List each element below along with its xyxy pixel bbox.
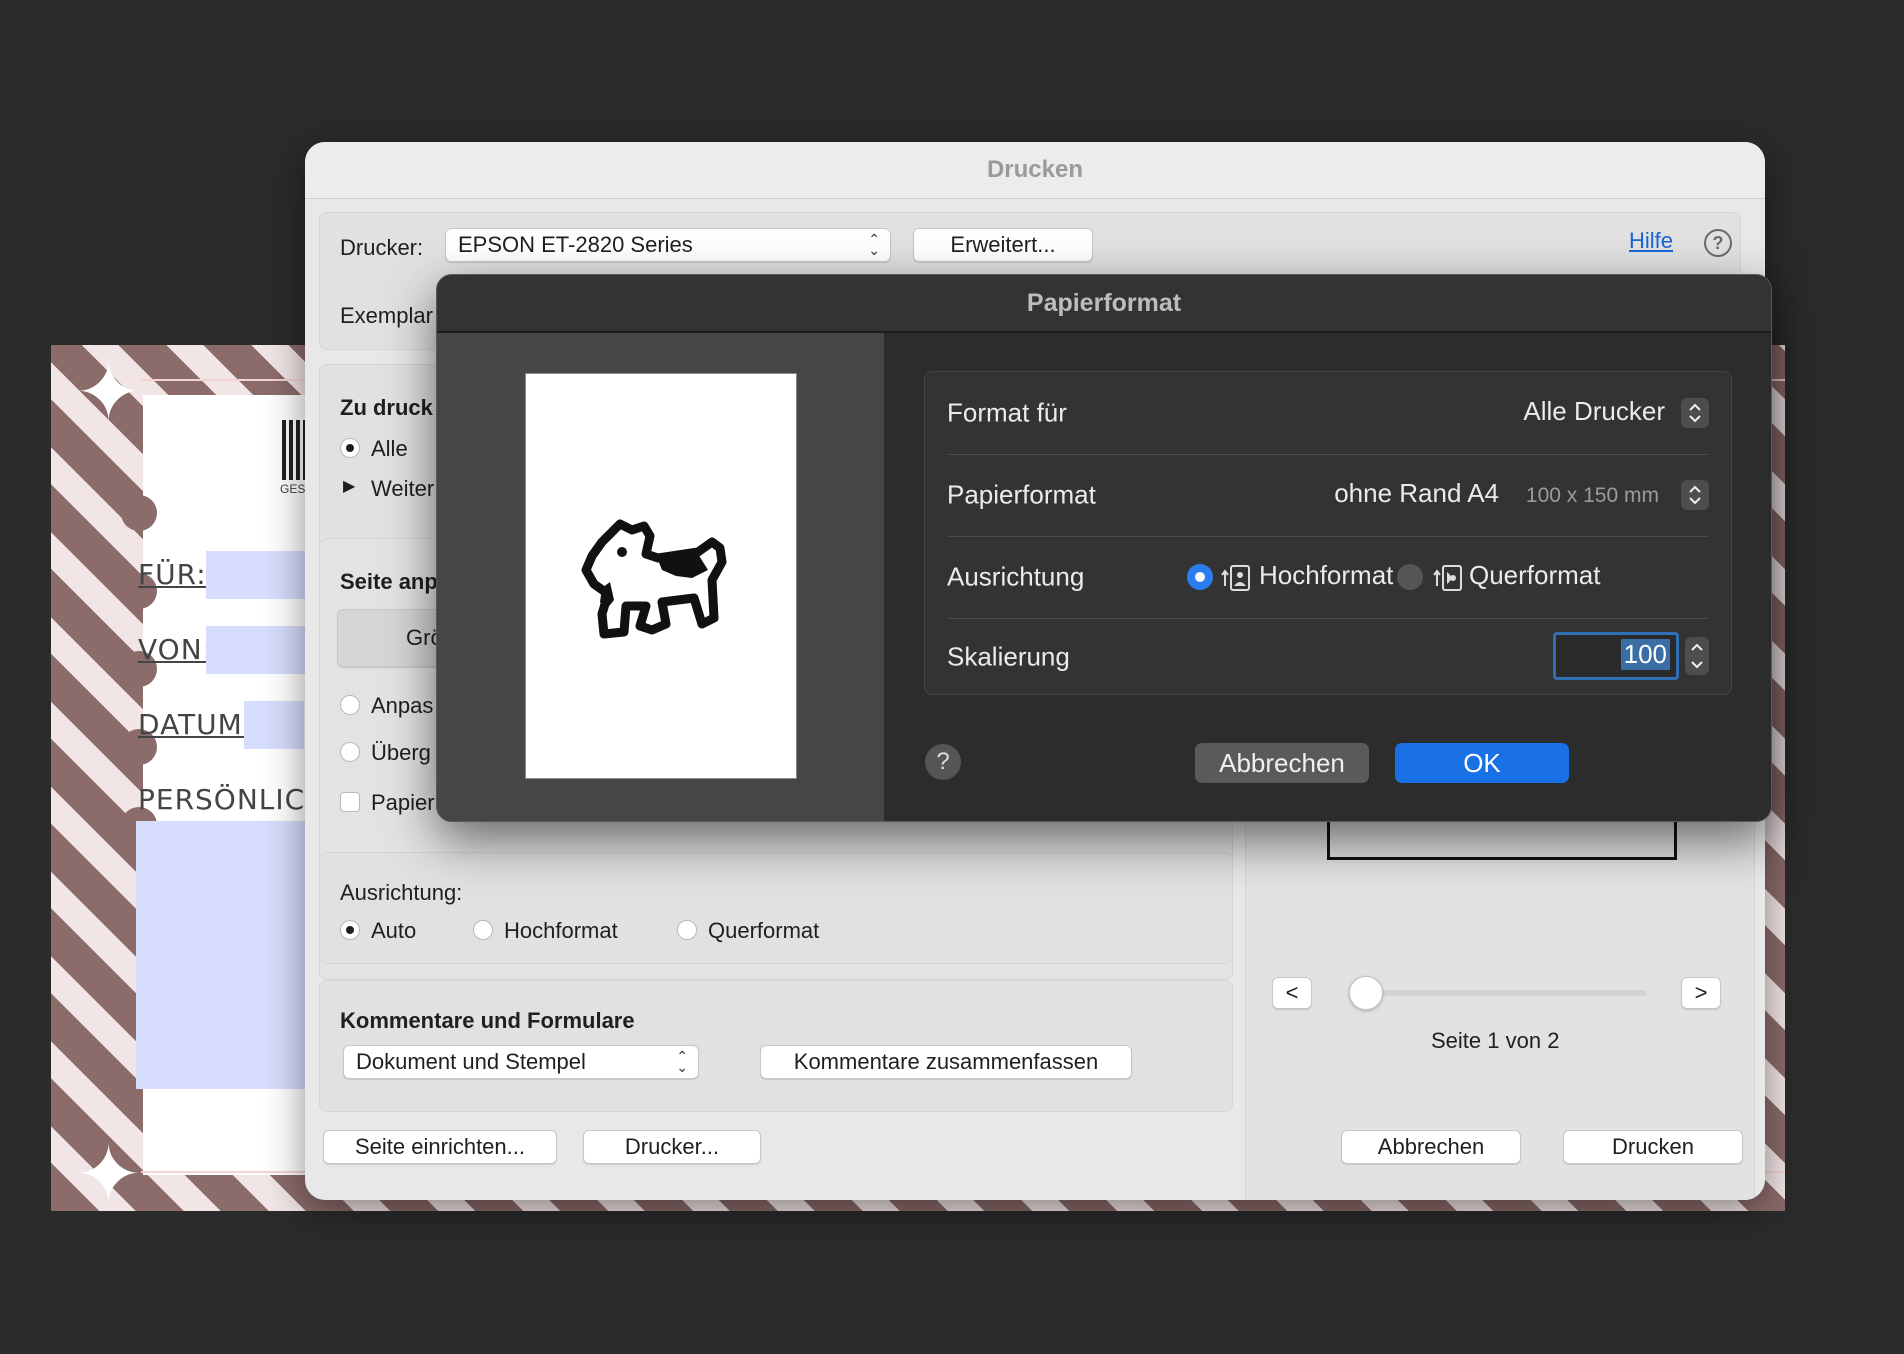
- printer-button[interactable]: Drucker...: [583, 1130, 761, 1164]
- doc-field-message: [136, 821, 306, 1089]
- doc-label-datum: DATUM:: [138, 708, 254, 741]
- scale-value: 100: [1620, 639, 1670, 670]
- orientation-landscape-radio[interactable]: [677, 920, 697, 940]
- orientation-portrait-radio[interactable]: [1187, 564, 1213, 590]
- doc-label-persoenlich: PERSÖNLICH: [138, 783, 328, 816]
- doc-field-fuer: [206, 551, 306, 599]
- page-prev-button[interactable]: <: [1272, 977, 1312, 1009]
- printer-select-value: EPSON ET-2820 Series: [458, 232, 693, 257]
- orientation-landscape-radio[interactable]: [1397, 564, 1423, 590]
- advanced-button[interactable]: Erweitert...: [913, 228, 1093, 262]
- page-setup-button[interactable]: Seite einrichten...: [323, 1130, 557, 1164]
- format-for-popup[interactable]: [1681, 398, 1709, 428]
- orientation-landscape-label: Querformat: [1469, 560, 1601, 590]
- orientation-portrait-radio[interactable]: [473, 920, 493, 940]
- paper-checkbox[interactable]: [340, 792, 360, 812]
- fit-option-radio[interactable]: [340, 742, 360, 762]
- stepper-arrows-icon: [1691, 643, 1703, 669]
- orientation-portrait-label: Hochformat: [1259, 560, 1394, 590]
- document-scallop: [121, 495, 157, 531]
- chevron-updown-icon: [1689, 485, 1701, 505]
- scale-row: Skalierung 100: [947, 618, 1709, 696]
- portrait-orientation-icon: [1221, 565, 1250, 591]
- doc-label-von: VON:: [138, 633, 214, 666]
- doc-field-datum: [244, 701, 304, 749]
- pages-all-label: Alle: [371, 436, 408, 461]
- orientation-portrait-label: Hochformat: [504, 918, 618, 943]
- question-icon[interactable]: ?: [1704, 229, 1732, 257]
- chevron-updown-icon: ⌃ ⌄: [868, 231, 880, 258]
- pages-all-radio[interactable]: [340, 438, 360, 458]
- disclosure-triangle-icon[interactable]: ▶: [343, 476, 355, 496]
- paper-orientation-label: Ausrichtung: [947, 561, 1085, 592]
- comments-select-value: Dokument und Stempel: [356, 1049, 586, 1074]
- document-stripe-band: [51, 345, 143, 1211]
- dogcow-icon: [581, 519, 727, 639]
- print-cancel-button[interactable]: Abbrechen: [1341, 1130, 1521, 1164]
- orientation-section: [319, 852, 1233, 964]
- paper-settings-panel: Format für Alle Drucker Papierformat ohn…: [924, 371, 1732, 695]
- paper-cancel-button[interactable]: Abbrechen: [1195, 743, 1369, 783]
- comments-title: Kommentare und Formulare: [340, 1008, 635, 1033]
- paper-format-title: Papierformat: [1026, 288, 1182, 317]
- fit-option-radio[interactable]: [340, 695, 360, 715]
- paper-preview-sheet: [525, 373, 797, 779]
- orientation-auto-radio[interactable]: [340, 920, 360, 940]
- paper-format-titlebar: Papierformat: [437, 275, 1771, 333]
- barcode-caption: GES: [280, 482, 306, 496]
- paper-help-button[interactable]: ?: [925, 744, 961, 780]
- comments-select[interactable]: Dokument und Stempel ⌃ ⌄: [343, 1045, 699, 1079]
- orientation-label: Ausrichtung:: [340, 880, 463, 905]
- scale-stepper[interactable]: [1685, 637, 1709, 675]
- paper-orientation-row: Ausrichtung Hochformat Querformat: [947, 536, 1709, 619]
- page-next-button[interactable]: >: [1681, 977, 1721, 1009]
- print-titlebar: Drucken: [305, 142, 1765, 199]
- paper-size-popup[interactable]: [1681, 480, 1709, 510]
- page-slider-knob[interactable]: [1349, 976, 1383, 1010]
- orientation-landscape-label: Querformat: [708, 918, 820, 943]
- scale-input[interactable]: 100: [1553, 632, 1679, 680]
- landscape-orientation-icon: [1433, 565, 1462, 591]
- paper-size-row: Papierformat ohne Rand A4 100 x 150 mm: [947, 454, 1709, 537]
- summarize-comments-button[interactable]: Kommentare zusammenfassen: [760, 1045, 1132, 1079]
- format-for-row: Format für Alle Drucker: [947, 372, 1709, 455]
- chevron-updown-icon: ⌃ ⌄: [676, 1048, 688, 1075]
- paper-size-value[interactable]: ohne Rand A4: [1334, 478, 1499, 509]
- doc-field-von: [206, 626, 306, 674]
- paper-checkbox-label: Papier: [371, 790, 435, 815]
- printer-select[interactable]: EPSON ET-2820 Series ⌃ ⌄: [445, 228, 891, 262]
- paper-ok-button[interactable]: OK: [1395, 743, 1569, 783]
- barcode-icon: [282, 420, 306, 480]
- format-for-value[interactable]: Alle Drucker: [1523, 396, 1665, 427]
- scale-label: Skalierung: [947, 641, 1070, 672]
- paper-format-dialog: Papierformat Format für Alle Drucker Pap…: [436, 274, 1772, 822]
- paper-size-dimensions: 100 x 150 mm: [1525, 484, 1659, 507]
- page-slider-track[interactable]: [1355, 990, 1647, 996]
- fit-option-label: Anpas: [371, 693, 434, 718]
- print-button[interactable]: Drucken: [1563, 1130, 1743, 1164]
- chevron-updown-icon: [1689, 403, 1701, 423]
- format-for-label: Format für: [947, 397, 1067, 428]
- copies-label: Exemplar: [340, 303, 433, 328]
- orientation-auto-label: Auto: [371, 918, 417, 943]
- sparkle-icon: ✦: [75, 1130, 143, 1212]
- page-indicator: Seite 1 von 2: [1431, 1028, 1560, 1053]
- fit-section-title: Seite anp: [340, 569, 438, 594]
- pages-section-title: Zu druck: [340, 395, 433, 420]
- help-link[interactable]: Hilfe: [1629, 228, 1673, 254]
- pages-more-label[interactable]: Weiter: [371, 476, 434, 502]
- fit-option-label: Überg: [371, 740, 431, 765]
- paper-size-label: Papierformat: [947, 479, 1096, 510]
- sparkle-icon: ✦: [75, 348, 143, 437]
- printer-label: Drucker:: [340, 235, 424, 260]
- print-dialog-title: Drucken: [986, 156, 1084, 183]
- doc-label-fuer: FÜR:: [138, 558, 207, 591]
